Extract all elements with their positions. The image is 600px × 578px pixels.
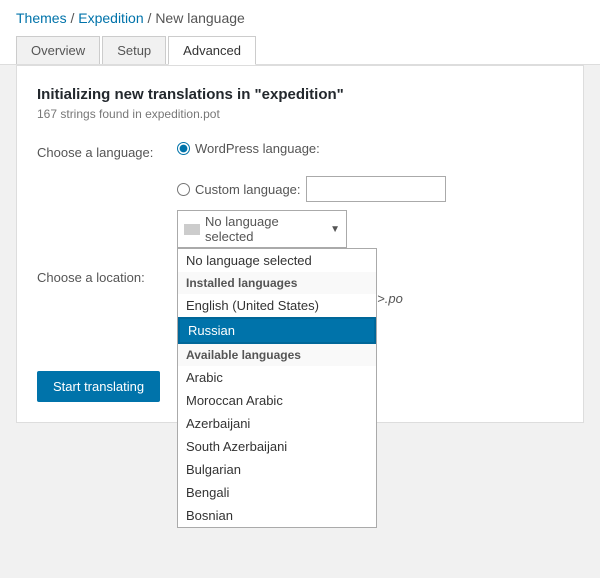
wp-language-option[interactable]: WordPress language: xyxy=(177,141,320,156)
breadcrumb-expedition[interactable]: Expedition xyxy=(78,10,143,26)
wp-language-label: WordPress language: xyxy=(195,141,320,156)
tab-advanced[interactable]: Advanced xyxy=(168,36,256,65)
dropdown-list-item[interactable]: English (United States) xyxy=(178,294,376,317)
dropdown-list-item[interactable]: Moroccan Arabic xyxy=(178,389,376,412)
custom-language-label: Custom language: xyxy=(195,182,301,197)
language-dropdown-trigger[interactable]: No language selected ▼ xyxy=(177,210,347,248)
chevron-down-icon: ▼ xyxy=(330,224,340,235)
language-control: WordPress language: Custom language: No … xyxy=(177,141,563,248)
flag-icon xyxy=(184,224,200,235)
dropdown-list-item[interactable]: Bosnian xyxy=(178,504,376,527)
dropdown-section-header: Available languages xyxy=(178,344,376,366)
breadcrumb-themes[interactable]: Themes xyxy=(16,10,67,26)
language-dropdown-wrapper: No language selected ▼ No language selec… xyxy=(177,210,347,248)
dropdown-list-item[interactable]: South Azerbaijani xyxy=(178,435,376,458)
tab-setup[interactable]: Setup xyxy=(102,36,166,64)
dropdown-section-header: Installed languages xyxy=(178,272,376,294)
breadcrumb-current: New language xyxy=(155,10,245,26)
language-radio-group: WordPress language: Custom language: xyxy=(177,141,563,202)
start-translating-button[interactable]: Start translating xyxy=(37,371,160,402)
dropdown-list-item[interactable]: No language selected xyxy=(178,249,376,272)
custom-language-option[interactable]: Custom language: xyxy=(177,176,446,202)
main-content: Initializing new translations in "expedi… xyxy=(16,65,584,423)
wp-language-radio[interactable] xyxy=(177,142,190,155)
dropdown-list-item[interactable]: Azerbaijani xyxy=(178,412,376,435)
page-title: Initializing new translations in "expedi… xyxy=(37,86,563,103)
dropdown-list-item[interactable]: Catalan xyxy=(178,527,376,528)
breadcrumb: Themes / Expedition / New language xyxy=(16,0,584,32)
language-label: Choose a language: xyxy=(37,141,177,160)
language-row: Choose a language: WordPress language: C… xyxy=(37,141,563,248)
custom-language-input[interactable] xyxy=(306,176,446,202)
tab-bar: Overview Setup Advanced xyxy=(16,36,584,64)
dropdown-list-item[interactable]: Russian xyxy=(178,317,376,344)
custom-language-radio[interactable] xyxy=(177,183,190,196)
page-subtitle: 167 strings found in expedition.pot xyxy=(37,107,563,121)
location-label: Choose a location: xyxy=(37,266,177,285)
dropdown-list-item[interactable]: Bengali xyxy=(178,481,376,504)
dropdown-list-item[interactable]: Arabic xyxy=(178,366,376,389)
language-dropdown-list[interactable]: No language selectedInstalled languagesE… xyxy=(177,248,377,528)
dropdown-selected-text: No language selected xyxy=(205,214,330,244)
dropdown-list-item[interactable]: Bulgarian xyxy=(178,458,376,481)
tab-overview[interactable]: Overview xyxy=(16,36,100,64)
